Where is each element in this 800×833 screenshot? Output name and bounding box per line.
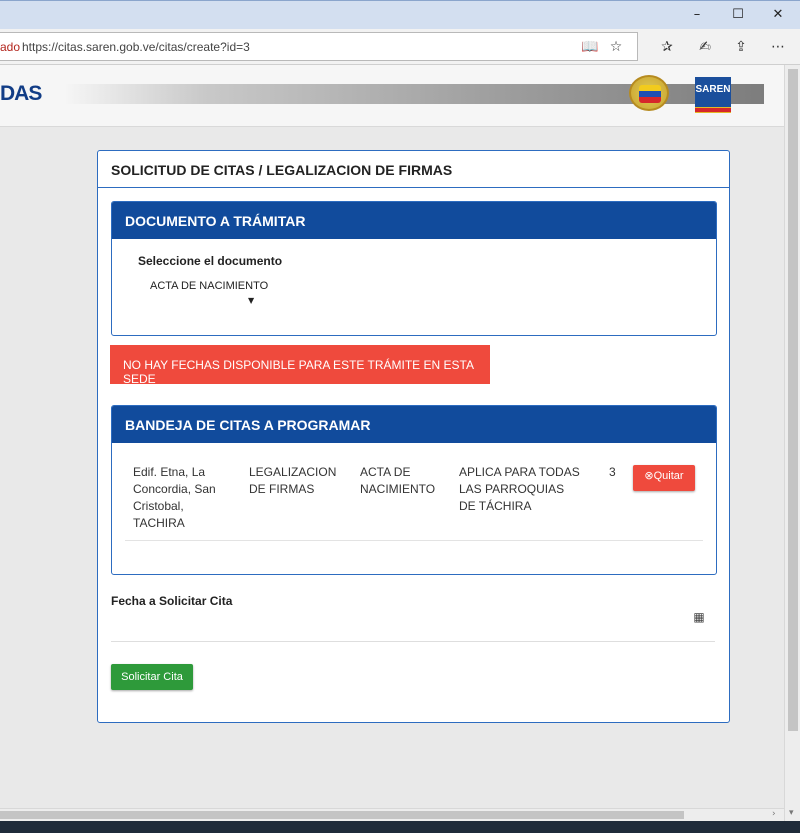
date-label: Fecha a Solicitar Cita	[111, 594, 233, 608]
close-window-button[interactable]: ✕	[766, 5, 790, 25]
remove-circle-icon: ⊗	[644, 469, 654, 482]
document-panel-heading: DOCUMENTO A TRÁMITAR	[112, 202, 716, 239]
reading-view-icon[interactable]: 📖	[580, 38, 600, 56]
no-dates-alert: NO HAY FECHAS DISPONIBLE PARA ESTE TRÁMI…	[110, 345, 490, 386]
remove-button[interactable]: ⊗Quitar	[633, 465, 695, 491]
maximize-button[interactable]: ☐	[726, 5, 750, 25]
row-tramite: LEGALIZACION DE FIRMAS	[249, 465, 337, 496]
document-select[interactable]: ACTA DE NACIMIENTO ▼	[138, 278, 298, 312]
queue-panel-heading: BANDEJA DE CITAS A PROGRAMAR	[112, 406, 716, 443]
maximize-icon: ☐	[732, 7, 744, 22]
appointment-request-card: SOLICITUD DE CITAS / LEGALIZACION DE FIR…	[97, 150, 730, 723]
url-security-label: ado	[0, 40, 21, 54]
vertical-scroll-thumb[interactable]	[788, 69, 798, 731]
url-field[interactable]: ado https://citas.saren.gob.ve/citas/cre…	[0, 32, 638, 61]
request-appointment-button[interactable]: Solicitar Cita	[111, 664, 193, 690]
card-title: SOLICITUD DE CITAS / LEGALIZACION DE FIR…	[98, 151, 729, 188]
saren-logo-stripe	[695, 108, 731, 112]
site-logo-text[interactable]: DAS	[0, 82, 42, 106]
taskbar	[0, 821, 800, 833]
favorites-hub-icon[interactable]: ✰	[656, 37, 678, 57]
row-divider	[125, 540, 703, 541]
calendar-icon[interactable]: ▦	[691, 610, 707, 626]
caret-down-icon: ▼	[248, 296, 255, 305]
more-icon[interactable]: ⋯	[767, 37, 789, 57]
window-titlebar: – ☐ ✕	[0, 0, 800, 29]
close-icon: ✕	[772, 7, 784, 22]
scroll-right-icon[interactable]: ›	[772, 809, 776, 819]
horizontal-scroll-thumb[interactable]	[0, 811, 684, 819]
site-header: DAS SAREN	[0, 65, 784, 127]
row-documento: ACTA DE NACIMIENTO	[360, 465, 436, 496]
row-aplica: APLICA PARA TODAS LAS PARROQUIAS DE TÁCH…	[459, 465, 580, 513]
minimize-button[interactable]: –	[685, 5, 709, 25]
document-select-label: Seleccione el documento	[138, 254, 283, 268]
web-note-icon[interactable]: ✍	[694, 37, 716, 57]
date-field-underline[interactable]	[111, 641, 715, 642]
scroll-down-icon[interactable]: ▾	[789, 808, 794, 818]
share-icon[interactable]: ⇪	[730, 37, 752, 57]
coat-of-arms-logo	[629, 75, 669, 111]
row-cantidad: 3	[609, 465, 616, 479]
favorite-star-icon[interactable]: ☆	[606, 38, 626, 56]
queue-panel: BANDEJA DE CITAS A PROGRAMAR Edif. Etna,…	[111, 405, 717, 575]
horizontal-scrollbar[interactable]: ›	[0, 808, 784, 821]
row-sede: Edif. Etna, La Concordia, San Cristobal,…	[133, 465, 216, 530]
document-select-value: ACTA DE NACIMIENTO	[150, 280, 269, 292]
address-bar: ado https://citas.saren.gob.ve/citas/cre…	[0, 29, 800, 65]
vertical-scrollbar[interactable]: ▾	[784, 65, 800, 821]
document-panel: DOCUMENTO A TRÁMITAR Seleccione el docum…	[111, 201, 717, 336]
minimize-icon: –	[693, 7, 701, 22]
remove-button-label: Quitar	[653, 470, 684, 482]
url-text[interactable]: https://citas.saren.gob.ve/citas/create?…	[22, 40, 250, 54]
